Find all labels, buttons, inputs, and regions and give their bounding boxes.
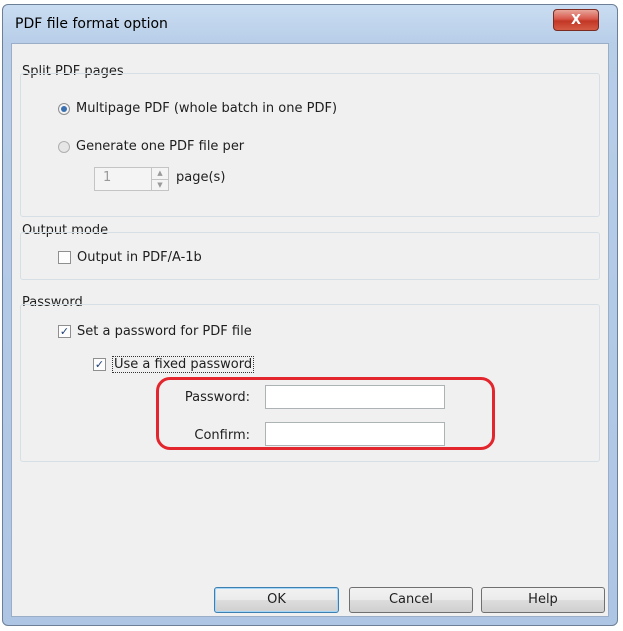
help-button[interactable]: Help [481, 587, 605, 613]
chevron-down-icon[interactable]: ▼ [152, 178, 168, 191]
fixed-password-checkbox[interactable]: ✓ [93, 358, 106, 371]
title-bar[interactable]: PDF file format option X [3, 5, 617, 43]
multipage-radio[interactable] [58, 102, 70, 115]
fixed-password-label: Use a fixed password [112, 356, 255, 373]
dialog-body: Split PDF pages Multipage PDF (whole bat… [11, 43, 609, 617]
per-file-label: Generate one PDF file per [76, 139, 245, 154]
chevron-up-icon[interactable]: ▲ [152, 168, 168, 179]
pages-stepper-arrows: ▲ ▼ [151, 168, 168, 190]
checkmark-icon: ✓ [94, 358, 105, 371]
password-input[interactable] [265, 385, 445, 409]
fixed-password-option[interactable]: ✓ Use a fixed password [93, 356, 255, 373]
pages-value[interactable]: 1 [95, 168, 151, 190]
multipage-label: Multipage PDF (whole batch in one PDF) [76, 101, 338, 116]
set-password-option[interactable]: ✓ Set a password for PDF file [58, 324, 252, 339]
set-password-checkbox[interactable]: ✓ [58, 325, 71, 338]
checkmark-icon: ✓ [59, 325, 70, 338]
close-icon: X [570, 12, 582, 28]
multipage-option[interactable]: Multipage PDF (whole batch in one PDF) [58, 101, 337, 116]
password-field-label: Password: [184, 390, 250, 405]
pdfa-label: Output in PDF/A-1b [77, 250, 202, 265]
pages-unit-label: page(s) [176, 170, 226, 185]
pdfa-checkbox[interactable] [58, 251, 71, 264]
per-file-option[interactable]: Generate one PDF file per [58, 139, 244, 154]
dialog-title: PDF file format option [15, 16, 168, 32]
confirm-field-label: Confirm: [194, 428, 250, 443]
set-password-label: Set a password for PDF file [77, 324, 252, 339]
per-file-radio[interactable] [58, 140, 70, 153]
close-button[interactable]: X [553, 9, 599, 31]
dialog-window: PDF file format option X Split PDF pages… [2, 4, 618, 626]
confirm-input[interactable] [265, 422, 445, 446]
pdfa-option[interactable]: Output in PDF/A-1b [58, 250, 202, 265]
pages-stepper[interactable]: 1 ▲ ▼ [94, 167, 169, 191]
ok-button[interactable]: OK [214, 587, 339, 613]
cancel-button[interactable]: Cancel [349, 587, 473, 613]
